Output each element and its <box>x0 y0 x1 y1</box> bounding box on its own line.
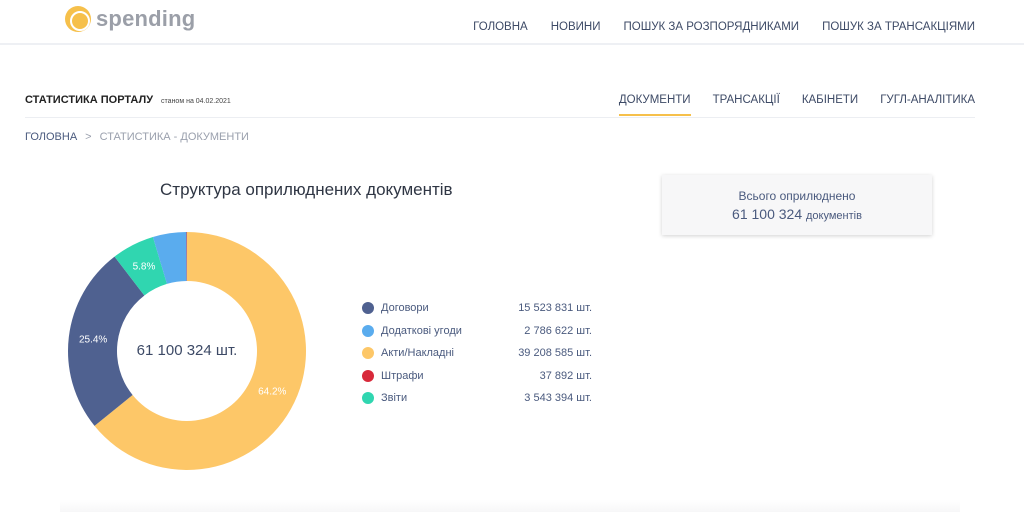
legend-swatch <box>362 369 374 382</box>
nav-search-by-transactions[interactable]: ПОШУК ЗА ТРАНСАКЦІЯМИ <box>822 21 975 33</box>
breadcrumb: ГОЛОВНА > СТАТИСТИКА - ДОКУМЕНТИ <box>25 131 249 143</box>
total-published-unit: документів <box>806 210 862 222</box>
page-title: СТАТИСТИКА ПОРТАЛУ <box>25 94 154 106</box>
next-section-edge <box>60 500 960 512</box>
nav-home[interactable]: ГОЛОВНА <box>473 21 528 33</box>
slice-percent-label: 25.4% <box>79 335 107 346</box>
legend-swatch <box>362 324 374 337</box>
chart-legend: Договори 15 523 831 шт. Додаткові угоди 2 7… <box>362 297 592 410</box>
slice-percent-label: 5.8% <box>133 262 156 273</box>
nav-news[interactable]: НОВИНИ <box>551 21 601 33</box>
legend-swatch <box>362 302 374 315</box>
tab-google-analytics[interactable]: ГУГЛ-АНАЛІТИКА <box>880 94 975 106</box>
legend-value: 2 786 622 шт. <box>524 324 592 337</box>
section-header: СТАТИСТИКА ПОРТАЛУ станом на 04.02.2021 <box>25 94 231 106</box>
top-header: spending ГОЛОВНА НОВИНИ ПОШУК ЗА РОЗПОРЯ… <box>0 0 1024 45</box>
logo-icon <box>65 6 91 32</box>
legend-label: Акти/Накладні <box>381 347 454 360</box>
slice-percent-label: 64.2% <box>258 386 286 397</box>
main-nav: ГОЛОВНА НОВИНИ ПОШУК ЗА РОЗПОРЯДНИКАМИ П… <box>450 21 975 33</box>
donut-center-total: 61 100 324 шт. <box>137 342 238 359</box>
legend-value: 39 208 585 шт. <box>518 347 592 360</box>
chart-title: Структура оприлюднених документів <box>160 180 453 199</box>
nav-search-by-managers[interactable]: ПОШУК ЗА РОЗПОРЯДНИКАМИ <box>623 21 799 33</box>
logo-text: spending <box>96 6 196 31</box>
legend-label: Додаткові угоди <box>381 324 462 337</box>
legend-label: Договори <box>381 302 429 315</box>
breadcrumb-current: СТАТИСТИКА - ДОКУМЕНТИ <box>99 131 249 143</box>
stats-date: станом на 04.02.2021 <box>161 98 231 105</box>
total-published-label: Всього оприлюднено <box>738 189 856 203</box>
legend-item[interactable]: Договори 15 523 831 шт. <box>362 297 592 320</box>
legend-item[interactable]: Акти/Накладні 39 208 585 шт. <box>362 342 592 365</box>
legend-label: Звіти <box>381 392 408 405</box>
divider <box>25 117 975 118</box>
tab-cabinets[interactable]: КАБІНЕТИ <box>802 94 858 106</box>
legend-value: 3 543 394 шт. <box>524 392 592 405</box>
breadcrumb-home[interactable]: ГОЛОВНА <box>25 131 77 143</box>
legend-item[interactable]: Додаткові угоди 2 786 622 шт. <box>362 320 592 343</box>
donut-chart: 64.2% 25.4% 5.8% 61 100 324 шт. <box>68 232 306 470</box>
tab-documents[interactable]: ДОКУМЕНТИ <box>618 94 691 116</box>
legend-value: 15 523 831 шт. <box>518 302 592 315</box>
logo[interactable]: spending <box>65 6 195 32</box>
breadcrumb-separator: > <box>85 131 92 143</box>
legend-item[interactable]: Звіти 3 543 394 шт. <box>362 387 592 410</box>
legend-label: Штрафи <box>381 369 424 382</box>
legend-item[interactable]: Штрафи 37 892 шт. <box>362 365 592 388</box>
tab-transactions[interactable]: ТРАНСАКЦІЇ <box>713 94 780 106</box>
legend-swatch <box>362 392 374 405</box>
total-published-card: Всього оприлюднено 61 100 324 документів <box>662 175 932 235</box>
legend-swatch <box>362 347 374 360</box>
stats-tabs: ДОКУМЕНТИ ТРАНСАКЦІЇ КАБІНЕТИ ГУГЛ-АНАЛІ… <box>597 94 975 116</box>
legend-value: 37 892 шт. <box>539 369 592 382</box>
total-published-number: 61 100 324 <box>732 206 803 222</box>
